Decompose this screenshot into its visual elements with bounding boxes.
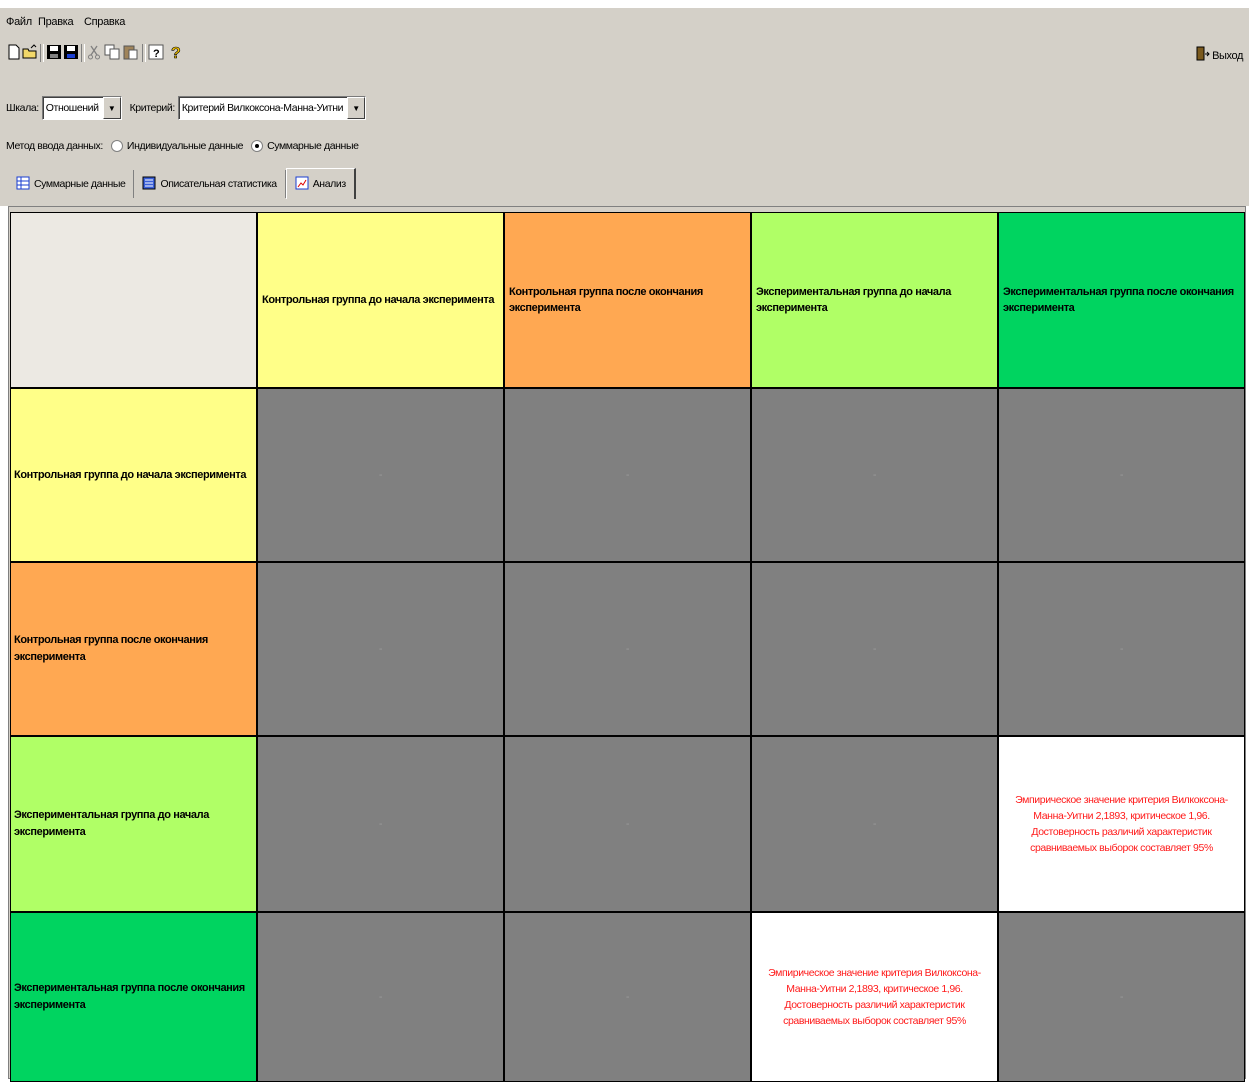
radio-individual[interactable]: [110, 140, 123, 152]
column-header: Контрольная группа после окончания экспе…: [504, 212, 751, 388]
analysis-icon: [295, 176, 309, 193]
matrix-cell[interactable]: -: [257, 388, 504, 562]
criterion-value: Критерий Вилкоксона-Манна-Уитни: [181, 102, 344, 114]
matrix-result-cell[interactable]: Эмпирическое значение критерия Вилкоксон…: [751, 912, 998, 1082]
paste-icon[interactable]: [122, 44, 138, 60]
tab-analysis[interactable]: Анализ: [285, 168, 356, 199]
matrix-cell[interactable]: -: [504, 562, 751, 736]
row-header: Экспериментальная группа после окончания…: [10, 912, 257, 1082]
about-icon[interactable]: ?: [148, 44, 164, 60]
tab-summary-data[interactable]: Суммарные данные: [8, 170, 135, 198]
toolbar-separator: [81, 44, 85, 62]
column-header: Контрольная группа до начала эксперимент…: [257, 212, 504, 388]
criterion-label: Критерий:: [129, 102, 176, 114]
open-folder-icon[interactable]: [22, 44, 38, 60]
menu-help[interactable]: Справка: [84, 16, 125, 28]
tab-label: Анализ: [312, 178, 346, 190]
scale-label: Шкала:: [6, 102, 39, 114]
toolbar-separator: [142, 44, 146, 62]
row-header: Контрольная группа до начала эксперимент…: [10, 388, 257, 562]
save-as-icon[interactable]: [63, 44, 79, 60]
menu-bar: Файл Правка Справка: [0, 8, 1249, 36]
scale-select[interactable]: Отношений ▼: [41, 96, 122, 120]
matrix-cell[interactable]: -: [998, 562, 1245, 736]
tab-bar: Суммарные данные Описательная статистика…: [8, 168, 356, 200]
menu-edit[interactable]: Правка: [38, 16, 74, 28]
svg-text:?: ?: [153, 48, 160, 60]
cut-icon[interactable]: [86, 44, 102, 60]
table-icon: [16, 176, 30, 193]
exit-button[interactable]: Выход: [1196, 46, 1243, 65]
chevron-down-icon[interactable]: ▼: [347, 97, 366, 119]
save-icon[interactable]: [46, 44, 62, 60]
matrix-cell[interactable]: -: [998, 388, 1245, 562]
column-header: Экспериментальная группа до начала экспе…: [751, 212, 998, 388]
help-icon[interactable]: ?: [168, 44, 184, 60]
tab-label: Суммарные данные: [34, 178, 126, 190]
radio-individual-label[interactable]: Индивидуальные данные: [127, 140, 244, 152]
column-header: Экспериментальная группа после окончания…: [998, 212, 1245, 388]
matrix-cell[interactable]: -: [504, 736, 751, 912]
scale-criterion-row: Шкала: Отношений ▼ Критерий: Критерий Ви…: [6, 96, 367, 120]
new-file-icon[interactable]: [6, 44, 22, 60]
menu-file[interactable]: Файл: [6, 16, 32, 28]
criterion-select[interactable]: Критерий Вилкоксона-Манна-Уитни ▼: [177, 96, 367, 120]
matrix-cell[interactable]: -: [998, 912, 1245, 1082]
scale-value: Отношений: [45, 102, 99, 114]
chevron-down-icon[interactable]: ▼: [102, 97, 121, 119]
input-method-label: Метод ввода данных:: [6, 140, 103, 152]
matrix-corner: [10, 212, 257, 388]
svg-text:?: ?: [171, 45, 181, 60]
matrix-cell[interactable]: -: [504, 912, 751, 1082]
matrix-cell[interactable]: -: [504, 388, 751, 562]
comparison-matrix: Контрольная группа до начала эксперимент…: [10, 212, 1245, 1082]
row-header: Контрольная группа после окончания экспе…: [10, 562, 257, 736]
exit-label: Выход: [1212, 49, 1243, 62]
matrix-cell[interactable]: -: [257, 736, 504, 912]
tab-label: Описательная статистика: [160, 178, 277, 190]
matrix-cell[interactable]: -: [257, 562, 504, 736]
radio-summary[interactable]: [251, 140, 264, 152]
exit-door-icon: [1196, 46, 1210, 65]
matrix-cell[interactable]: -: [751, 562, 998, 736]
tab-descriptive-statistics[interactable]: Описательная статистика: [134, 170, 286, 198]
statistics-icon: [142, 176, 156, 193]
input-method-row: Метод ввода данных: Индивидуальные данны…: [6, 138, 359, 154]
matrix-cell[interactable]: -: [257, 912, 504, 1082]
matrix-cell[interactable]: -: [751, 736, 998, 912]
copy-icon[interactable]: [104, 44, 120, 60]
matrix-result-cell[interactable]: Эмпирическое значение критерия Вилкоксон…: [998, 736, 1245, 912]
toolbar-separator: [40, 44, 44, 62]
radio-summary-label[interactable]: Суммарные данные: [267, 140, 359, 152]
row-header: Экспериментальная группа до начала экспе…: [10, 736, 257, 912]
matrix-cell[interactable]: -: [751, 388, 998, 562]
